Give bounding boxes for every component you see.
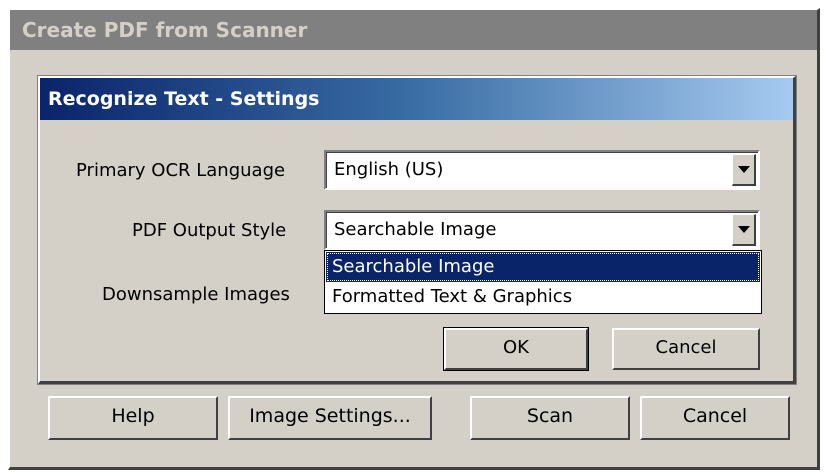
scan-button[interactable]: Scan <box>470 396 630 440</box>
primary-ocr-language-value: English (US) <box>334 159 444 180</box>
chevron-down-icon[interactable] <box>732 214 756 246</box>
recognize-text-settings-dialog: Recognize Text - Settings Primary OCR La… <box>38 76 796 384</box>
cancel-button[interactable]: Cancel <box>612 328 760 370</box>
dropdown-option-searchable-image[interactable]: Searchable Image <box>326 252 760 282</box>
downsample-images-label: Downsample Images <box>102 284 290 305</box>
chevron-down-icon[interactable] <box>732 154 756 186</box>
inner-dialog-title: Recognize Text - Settings <box>40 78 793 120</box>
image-settings-button[interactable]: Image Settings... <box>228 396 432 440</box>
outer-dialog-title: Create PDF from Scanner <box>10 10 817 50</box>
pdf-output-style-dropdown-list: Searchable Image Formatted Text & Graphi… <box>324 250 762 314</box>
outer-cancel-button[interactable]: Cancel <box>640 396 790 440</box>
pdf-output-style-label: PDF Output Style <box>132 220 287 241</box>
pdf-output-style-value: Searchable Image <box>334 219 497 240</box>
pdf-output-style-select[interactable]: Searchable Image <box>324 210 760 250</box>
help-button[interactable]: Help <box>48 396 218 440</box>
primary-ocr-language-label: Primary OCR Language <box>76 160 286 181</box>
ok-button[interactable]: OK <box>444 328 588 370</box>
dropdown-option-formatted-text-graphics[interactable]: Formatted Text & Graphics <box>326 282 760 312</box>
primary-ocr-language-select[interactable]: English (US) <box>324 150 760 190</box>
